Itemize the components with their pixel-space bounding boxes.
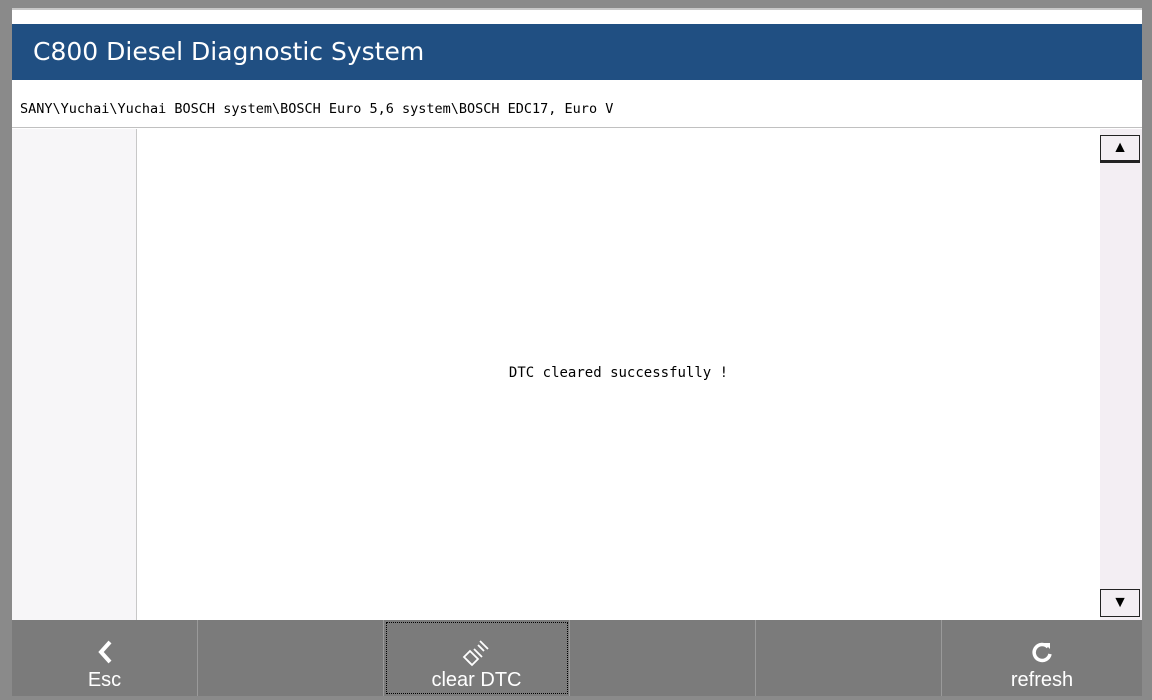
toolbar-slot-5 (756, 620, 942, 696)
triangle-up-icon: ▲ (1112, 139, 1128, 156)
left-column (12, 129, 137, 621)
app-title: C800 Diesel Diagnostic System (12, 24, 1142, 80)
bottom-toolbar: Esc clear DTC refresh (12, 620, 1142, 696)
scroll-down-button[interactable]: ▼ (1100, 589, 1140, 617)
content-area: DTC cleared successfully ! ▲ ▼ (12, 129, 1142, 621)
broom-icon (462, 635, 492, 669)
triangle-down-icon: ▼ (1112, 594, 1128, 611)
refresh-label: refresh (1010, 669, 1074, 691)
chevron-left-icon (96, 635, 114, 669)
breadcrumb: SANY\Yuchai\Yuchai BOSCH system\BOSCH Eu… (12, 90, 1142, 128)
refresh-icon (1031, 635, 1053, 669)
refresh-button[interactable]: refresh (942, 620, 1142, 696)
scroll-up-button[interactable]: ▲ (1100, 135, 1140, 163)
esc-label: Esc (87, 669, 122, 691)
clear-dtc-button[interactable]: clear DTC (384, 620, 570, 696)
status-message: DTC cleared successfully ! (508, 365, 729, 381)
toolbar-slot-4 (570, 620, 756, 696)
app-window: C800 Diesel Diagnostic System SANY\Yucha… (12, 8, 1142, 696)
toolbar-slot-2 (198, 620, 384, 696)
vertical-scrollbar[interactable]: ▲ ▼ (1100, 129, 1142, 621)
esc-button[interactable]: Esc (12, 620, 198, 696)
clear-dtc-label: clear DTC (431, 669, 522, 691)
